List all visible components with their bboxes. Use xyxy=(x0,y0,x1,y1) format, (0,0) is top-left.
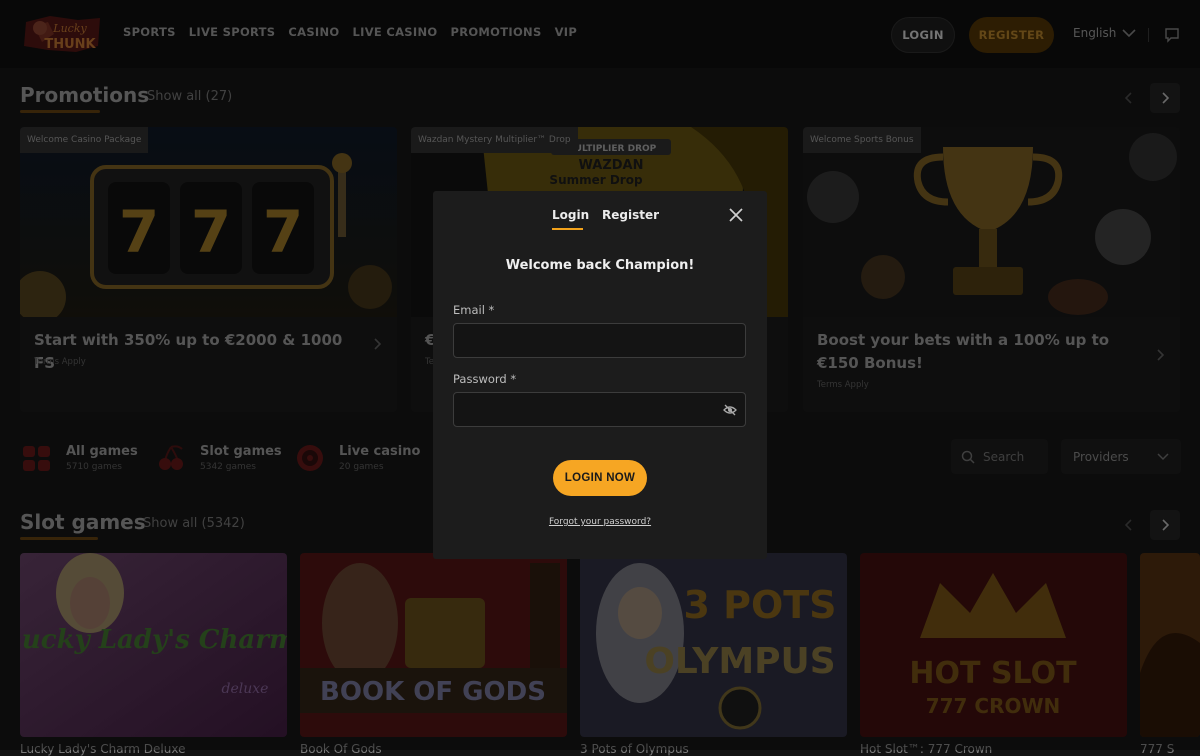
email-label: Email * xyxy=(453,303,495,317)
eye-off-icon[interactable] xyxy=(723,402,737,421)
login-modal: Login Register Welcome back Champion! Em… xyxy=(433,191,767,559)
password-label: Password * xyxy=(453,372,517,386)
tab-register[interactable]: Register xyxy=(602,208,659,222)
active-tab-indicator xyxy=(552,228,583,230)
close-icon[interactable] xyxy=(729,207,743,226)
email-field[interactable] xyxy=(453,323,746,358)
modal-title: Welcome back Champion! xyxy=(505,258,695,273)
tab-login[interactable]: Login xyxy=(552,208,589,222)
password-field[interactable] xyxy=(453,392,746,427)
login-now-button[interactable]: LOGIN NOW xyxy=(553,460,647,496)
forgot-password-link[interactable]: Forgot your password? xyxy=(433,517,767,527)
